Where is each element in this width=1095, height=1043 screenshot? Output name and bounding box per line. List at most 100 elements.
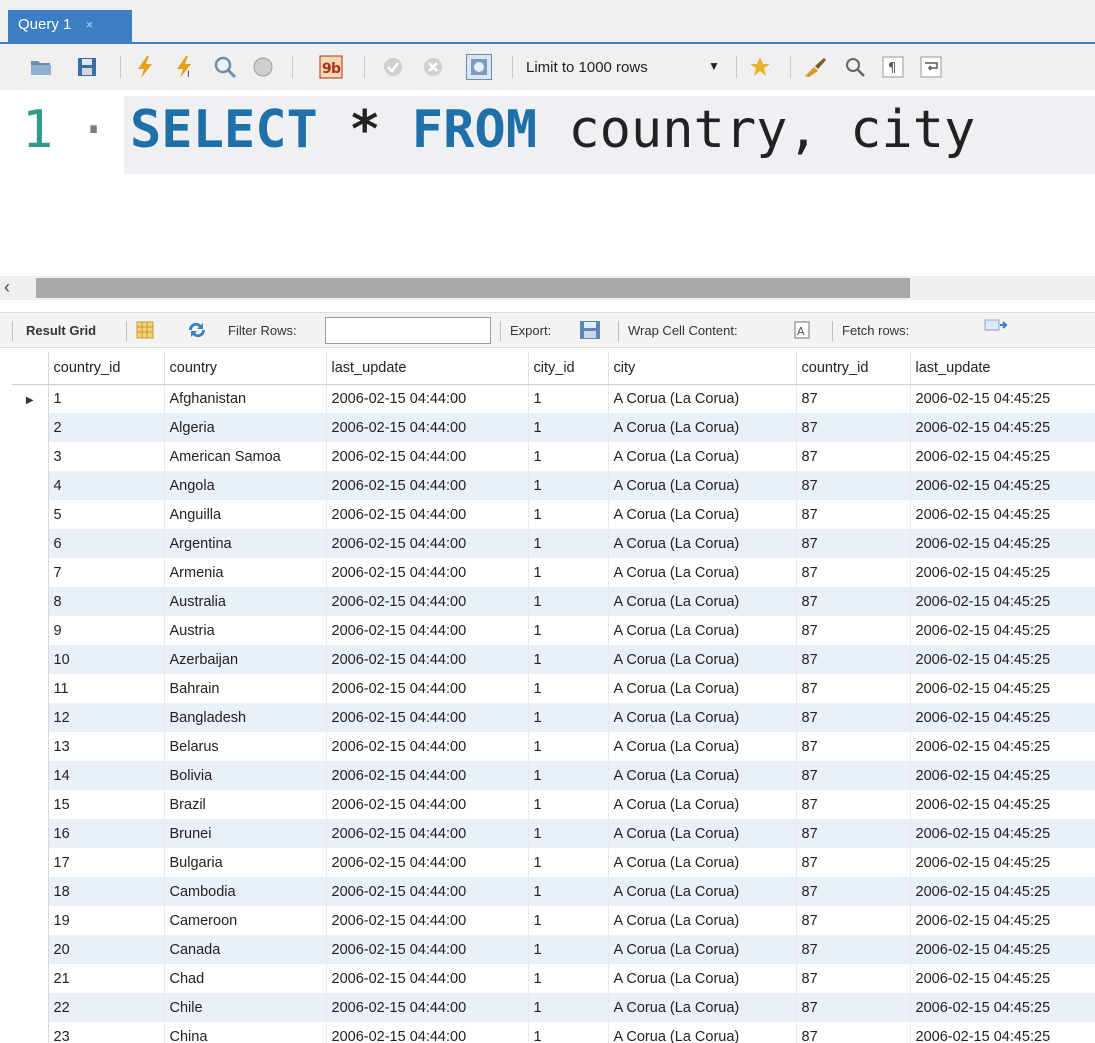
- table-row[interactable]: 7 Armenia 2006-02-15 04:44:00 1 A Corua (La …: [12, 558, 1095, 587]
- table-cell[interactable]: 1: [528, 732, 609, 761]
- table-cell[interactable]: 87: [796, 413, 911, 442]
- table-cell[interactable]: 22: [48, 993, 165, 1022]
- table-cell[interactable]: A Corua (La Corua): [608, 471, 797, 500]
- table-cell[interactable]: 2006-02-15 04:45:25: [910, 848, 1095, 877]
- row-marker[interactable]: [12, 906, 49, 935]
- table-cell[interactable]: 1: [528, 645, 609, 674]
- table-cell[interactable]: American Samoa: [164, 442, 327, 471]
- table-row[interactable]: 19 Cameroon 2006-02-15 04:44:00 1 A Corua (L…: [12, 906, 1095, 935]
- table-cell[interactable]: 2006-02-15 04:44:00: [326, 384, 529, 413]
- table-cell[interactable]: A Corua (La Corua): [608, 1022, 797, 1043]
- table-cell[interactable]: 19: [48, 906, 165, 935]
- table-cell[interactable]: A Corua (La Corua): [608, 616, 797, 645]
- scrollbar-thumb[interactable]: [36, 278, 910, 298]
- table-cell[interactable]: 87: [796, 529, 911, 558]
- wrap-icon[interactable]: [918, 54, 944, 80]
- table-cell[interactable]: Afghanistan: [164, 384, 327, 413]
- table-cell[interactable]: 87: [796, 790, 911, 819]
- table-row[interactable]: 12 Bangladesh 2006-02-15 04:44:00 1 A Corua …: [12, 703, 1095, 732]
- table-row[interactable]: 23 China 2006-02-15 04:44:00 1 A Corua (La C…: [12, 1022, 1095, 1043]
- table-cell[interactable]: 2006-02-15 04:44:00: [326, 674, 529, 703]
- tab-close-icon[interactable]: ×: [86, 17, 94, 32]
- table-cell[interactable]: 2006-02-15 04:45:25: [910, 964, 1095, 993]
- table-cell[interactable]: A Corua (La Corua): [608, 761, 797, 790]
- row-marker[interactable]: [12, 993, 49, 1022]
- table-row[interactable]: ▶ 1 Afghanistan 2006-02-15 04:44:00 1 A Corua…: [12, 384, 1095, 413]
- table-cell[interactable]: A Corua (La Corua): [608, 413, 797, 442]
- table-cell[interactable]: 6: [48, 529, 165, 558]
- table-row[interactable]: 3 American Samoa 2006-02-15 04:44:00 1 A Cor…: [12, 442, 1095, 471]
- table-cell[interactable]: 1: [528, 964, 609, 993]
- table-cell[interactable]: 14: [48, 761, 165, 790]
- execute-current-icon[interactable]: I: [172, 54, 198, 80]
- table-cell[interactable]: 1: [528, 558, 609, 587]
- invisible-chars-icon[interactable]: ¶: [880, 54, 906, 80]
- table-cell[interactable]: 4: [48, 471, 165, 500]
- row-marker[interactable]: [12, 964, 49, 993]
- table-cell[interactable]: 7: [48, 558, 165, 587]
- table-cell[interactable]: 87: [796, 587, 911, 616]
- filter-rows-input[interactable]: [325, 317, 491, 344]
- table-cell[interactable]: 1: [528, 587, 609, 616]
- row-marker[interactable]: [12, 442, 49, 471]
- table-cell[interactable]: A Corua (La Corua): [608, 993, 797, 1022]
- refresh-icon[interactable]: [186, 321, 208, 342]
- table-cell[interactable]: Austria: [164, 616, 327, 645]
- table-cell[interactable]: 1: [528, 442, 609, 471]
- table-cell[interactable]: 2006-02-15 04:44:00: [326, 761, 529, 790]
- toggle-error-icon[interactable]: 9b: [318, 54, 344, 80]
- column-header[interactable]: last_update: [910, 352, 1095, 385]
- table-cell[interactable]: 21: [48, 964, 165, 993]
- table-cell[interactable]: 1: [528, 848, 609, 877]
- table-cell[interactable]: 2006-02-15 04:45:25: [910, 877, 1095, 906]
- row-marker[interactable]: [12, 790, 49, 819]
- row-marker[interactable]: [12, 558, 49, 587]
- table-cell[interactable]: 87: [796, 674, 911, 703]
- table-cell[interactable]: 87: [796, 471, 911, 500]
- table-cell[interactable]: 87: [796, 732, 911, 761]
- row-marker[interactable]: [12, 1022, 49, 1043]
- table-cell[interactable]: 87: [796, 384, 911, 413]
- table-cell[interactable]: 1: [528, 500, 609, 529]
- table-cell[interactable]: 2006-02-15 04:44:00: [326, 616, 529, 645]
- table-cell[interactable]: 1: [528, 1022, 609, 1043]
- table-cell[interactable]: 2006-02-15 04:45:25: [910, 413, 1095, 442]
- table-cell[interactable]: Armenia: [164, 558, 327, 587]
- column-header[interactable]: country: [164, 352, 327, 385]
- table-row[interactable]: 2 Algeria 2006-02-15 04:44:00 1 A Corua (La …: [12, 413, 1095, 442]
- row-marker[interactable]: [12, 761, 49, 790]
- table-cell[interactable]: 2006-02-15 04:45:25: [910, 674, 1095, 703]
- export-icon[interactable]: [578, 319, 602, 344]
- grid-view-icon[interactable]: [136, 321, 154, 342]
- table-cell[interactable]: Azerbaijan: [164, 645, 327, 674]
- table-row[interactable]: 6 Argentina 2006-02-15 04:44:00 1 A Corua (L…: [12, 529, 1095, 558]
- row-marker[interactable]: ▶: [12, 384, 49, 413]
- table-cell[interactable]: 23: [48, 1022, 165, 1043]
- table-cell[interactable]: 1: [48, 384, 165, 413]
- table-cell[interactable]: 2006-02-15 04:44:00: [326, 877, 529, 906]
- table-cell[interactable]: A Corua (La Corua): [608, 732, 797, 761]
- table-cell[interactable]: 2006-02-15 04:44:00: [326, 1022, 529, 1043]
- table-cell[interactable]: Bulgaria: [164, 848, 327, 877]
- table-cell[interactable]: A Corua (La Corua): [608, 500, 797, 529]
- column-header[interactable]: last_update: [326, 352, 529, 385]
- table-cell[interactable]: Chile: [164, 993, 327, 1022]
- find-icon[interactable]: [842, 54, 868, 80]
- table-cell[interactable]: 87: [796, 703, 911, 732]
- table-cell[interactable]: A Corua (La Corua): [608, 703, 797, 732]
- stop-icon[interactable]: [250, 54, 276, 80]
- table-cell[interactable]: China: [164, 1022, 327, 1043]
- fetch-next-icon[interactable]: [984, 317, 1010, 338]
- table-cell[interactable]: A Corua (La Corua): [608, 442, 797, 471]
- table-row[interactable]: 13 Belarus 2006-02-15 04:44:00 1 A Corua (La…: [12, 732, 1095, 761]
- table-cell[interactable]: 2006-02-15 04:44:00: [326, 442, 529, 471]
- column-header[interactable]: city: [608, 352, 797, 385]
- table-cell[interactable]: 8: [48, 587, 165, 616]
- table-row[interactable]: 14 Bolivia 2006-02-15 04:44:00 1 A Corua (La…: [12, 761, 1095, 790]
- row-marker[interactable]: [12, 877, 49, 906]
- save-icon[interactable]: [74, 54, 100, 80]
- table-cell[interactable]: 1: [528, 906, 609, 935]
- scroll-left-icon[interactable]: ‹: [4, 277, 10, 298]
- table-cell[interactable]: Canada: [164, 935, 327, 964]
- table-cell[interactable]: 2006-02-15 04:44:00: [326, 703, 529, 732]
